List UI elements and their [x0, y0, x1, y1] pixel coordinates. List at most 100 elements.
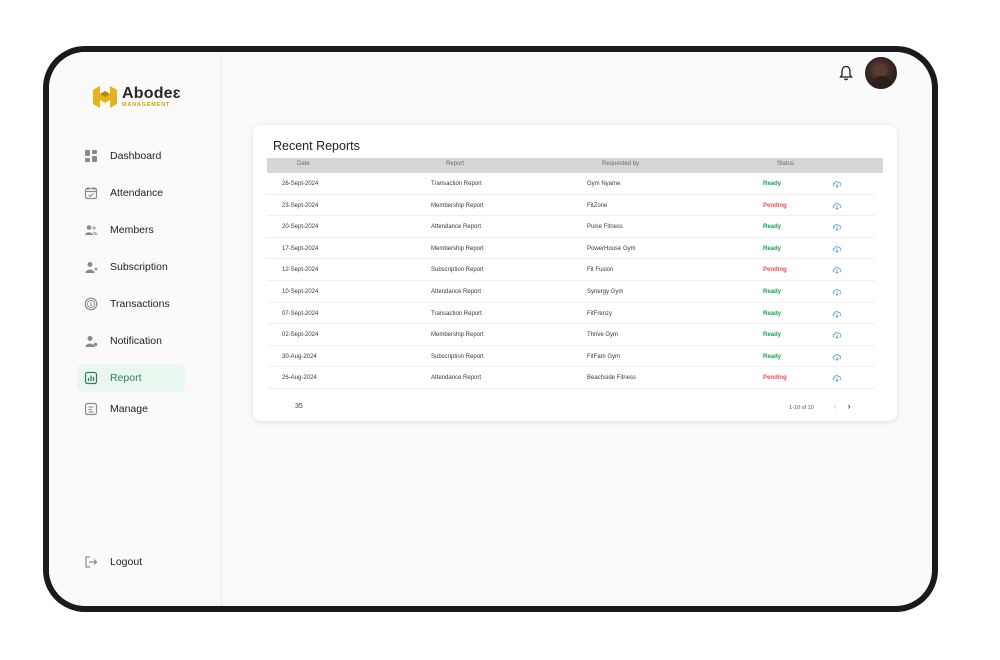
cell-report: Membership Report [431, 245, 484, 252]
table-row[interactable]: 17-Sept-2024 Membership Report PowerHouse … [267, 238, 875, 260]
sidebar-item-attendance[interactable]: Attendance [77, 179, 185, 207]
dashboard-icon [84, 149, 98, 163]
cell-date: 07-Sept-2024 [282, 310, 319, 317]
cell-requested-by: Beachside Fitness [587, 375, 637, 382]
cell-requested-by: Thrive Gym [587, 332, 619, 339]
sidebar-item-label: Transactions [110, 298, 170, 310]
table-row[interactable]: 26-Sept-2024 Transaction Report Gym Nyame R… [267, 173, 875, 195]
avatar-head [877, 65, 887, 76]
chart-icon [84, 371, 98, 385]
cloud-download-icon[interactable] [832, 352, 842, 361]
cell-date: 17-Sept-2024 [282, 245, 319, 252]
column-header-requested-by: Requested by [602, 161, 640, 167]
card-title: Recent Reports [273, 139, 360, 153]
cell-report: Membership Report [431, 202, 484, 209]
status-badge: Ready [763, 289, 782, 295]
cloud-download-icon[interactable] [832, 373, 842, 383]
cloud-download-icon[interactable] [832, 244, 842, 253]
cloud-download-icon[interactable] [832, 179, 842, 188]
cloud-download-icon[interactable] [832, 265, 842, 275]
next-page-button[interactable]: › [844, 401, 854, 411]
sidebar: Abodeɛ MANAGEMENT Dashboard Attendance M… [49, 52, 222, 606]
cell-date: 12-Sept-2024 [282, 267, 319, 274]
table-row[interactable]: 26-Aug-2024 Attendance Report Beachside Fi… [267, 367, 875, 389]
cloud-download-icon[interactable] [832, 201, 842, 210]
prev-page-button[interactable]: ‹ [830, 401, 840, 411]
sidebar-item-report[interactable]: Report [77, 364, 185, 392]
table-row[interactable]: 12-Sept-2024 Subscription Report Fit Fusio… [267, 259, 875, 281]
logout-button[interactable]: Logout [84, 555, 142, 569]
status-badge: Ready [763, 353, 782, 360]
cell-requested-by: FitZone [587, 202, 608, 209]
cell-report: Transaction Report [431, 181, 482, 187]
brand-subtitle: MANAGEMENT [122, 101, 171, 108]
manage-icon [84, 402, 98, 416]
cell-report: Subscription Report [431, 353, 484, 360]
cell-requested-by: Pulse Fitness [587, 224, 624, 231]
brand-name: Abodeɛ [122, 84, 181, 102]
device-frame: Abodeɛ MANAGEMENT Dashboard Attendance M… [43, 46, 938, 612]
cell-report: Attendance Report [431, 375, 482, 382]
cell-report: Transaction Report [431, 310, 482, 317]
logo-icon [93, 86, 117, 108]
cell-report: Attendance Report [431, 224, 482, 231]
column-header-status: Status [777, 161, 795, 167]
sidebar-item-dashboard[interactable]: Dashboard [77, 142, 185, 170]
table-row[interactable]: 30-Aug-2024 Subscription Report FitFam Gym… [267, 346, 875, 368]
cell-report: Subscription Report [431, 267, 484, 274]
logout-icon [85, 556, 98, 568]
sidebar-item-notification[interactable]: Notification [77, 327, 185, 355]
sidebar-item-label: Notification [110, 335, 162, 347]
cloud-download-icon[interactable] [832, 330, 842, 340]
cell-date: 26-Aug-2024 [282, 375, 317, 382]
cell-date: 23-Sept-2024 [282, 202, 319, 209]
status-badge: Ready [763, 310, 782, 317]
coin-icon: $ [84, 297, 98, 311]
cell-requested-by: FitFrenzy [587, 310, 613, 317]
status-badge: Pending [763, 267, 787, 274]
users-icon [84, 223, 98, 237]
sidebar-item-manage[interactable]: Manage [77, 395, 185, 423]
cell-date: 30-Aug-2024 [282, 353, 317, 360]
cell-requested-by: FitFam Gym [587, 353, 620, 360]
logout-label: Logout [110, 556, 143, 568]
calendar-icon [84, 186, 98, 200]
table-row[interactable]: 02-Sept-2024 Membership Report Thrive Gym R… [267, 324, 875, 346]
user-avatar[interactable] [865, 57, 897, 89]
sidebar-item-label: Subscription [110, 261, 168, 273]
sidebar-item-transactions[interactable]: $ Transactions [77, 290, 185, 318]
status-badge: Pending [763, 375, 787, 382]
table-row[interactable]: 20-Sept-2024 Attendance Report Pulse Fitne… [267, 216, 875, 238]
svg-text:$: $ [89, 302, 92, 308]
column-header-date: Date [297, 161, 310, 167]
sidebar-item-subscription[interactable]: Subscription [77, 253, 185, 281]
sidebar-item-label: Dashboard [110, 150, 162, 162]
cell-requested-by: Synergy Gym [587, 289, 624, 295]
user-plus-icon [84, 260, 98, 274]
cell-requested-by: PowerHouse Gym [587, 245, 636, 252]
status-badge: Ready [763, 224, 782, 231]
cloud-download-icon[interactable] [832, 309, 842, 318]
sidebar-item-members[interactable]: Members [77, 216, 185, 244]
status-badge: Ready [763, 181, 782, 187]
cell-requested-by: Fit Fusion [587, 267, 614, 274]
cell-report: Membership Report [431, 332, 484, 339]
bell-icon[interactable] [839, 65, 853, 81]
cell-report: Attendance Report [431, 289, 482, 295]
avatar-shoulders [872, 76, 892, 88]
cloud-download-icon[interactable] [832, 287, 842, 296]
pagination-range: 1-10 of 10 [789, 405, 814, 411]
table-header: Date Report Requested by Status [267, 158, 883, 173]
table-row[interactable]: 07-Sept-2024 Transaction Report FitFrenzy R… [267, 303, 875, 325]
cloud-download-icon[interactable] [832, 222, 842, 232]
table-row[interactable]: 10-Sept-2024 Attendance Report Synergy Gym… [267, 281, 875, 303]
table-row[interactable]: 23-Sept-2024 Membership Report FitZone Pend… [267, 195, 875, 217]
status-badge: Ready [763, 332, 782, 339]
brand-logo[interactable]: Abodeɛ MANAGEMENT [90, 82, 181, 112]
cell-date: 02-Sept-2024 [282, 332, 319, 339]
user-bell-icon [84, 334, 98, 348]
recent-reports-card: Recent Reports Date Report Requested by … [253, 125, 897, 421]
cell-requested-by: Gym Nyame [587, 181, 621, 187]
column-header-report: Report [446, 161, 465, 167]
status-badge: Pending [763, 202, 787, 209]
